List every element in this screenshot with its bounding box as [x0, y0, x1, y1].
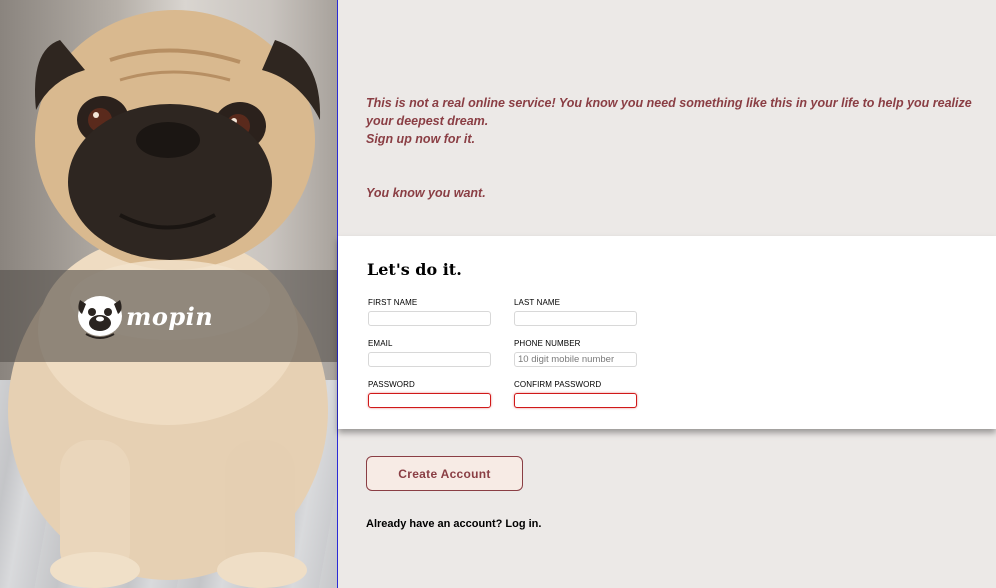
intro-line-2: Sign up now for it. — [366, 132, 476, 146]
password-label: Password — [368, 380, 415, 389]
confirm-password-label: Confirm Password — [514, 380, 602, 389]
phone-field: Phone Number — [514, 338, 638, 367]
intro-copy: This is not a real online service! You k… — [366, 94, 978, 202]
first-name-label: First Name — [368, 298, 418, 307]
password-field: Password — [368, 379, 492, 408]
last-name-label: Last Name — [514, 298, 561, 307]
confirm-password-input[interactable] — [514, 393, 637, 408]
login-link[interactable]: Log in. — [505, 518, 541, 530]
hero-photo-panel: mopin — [0, 0, 337, 588]
first-name-input[interactable] — [368, 311, 491, 326]
pug-face-icon — [78, 296, 122, 339]
phone-input[interactable] — [514, 352, 637, 367]
email-label: Email — [368, 339, 393, 348]
first-name-field: First Name — [368, 297, 492, 326]
password-input[interactable] — [368, 393, 491, 408]
create-account-button[interactable]: Create Account — [366, 456, 523, 491]
email-input[interactable] — [368, 352, 491, 367]
brand-logo-text: mopin — [126, 302, 214, 331]
signup-form: Let's do it. First Name Last Name Email … — [338, 236, 996, 429]
email-field: Email — [368, 338, 492, 367]
intro-line-3: You know you want. — [366, 186, 486, 200]
intro-line-1: This is not a real online service! You k… — [366, 96, 972, 128]
phone-label: Phone Number — [514, 339, 581, 348]
form-title: Let's do it. — [367, 260, 462, 279]
login-prompt: Already have an account? Log in. — [366, 518, 541, 530]
confirm-password-field: Confirm Password — [514, 379, 638, 408]
login-prompt-text: Already have an account? — [366, 518, 503, 530]
last-name-field: Last Name — [514, 297, 638, 326]
last-name-input[interactable] — [514, 311, 637, 326]
